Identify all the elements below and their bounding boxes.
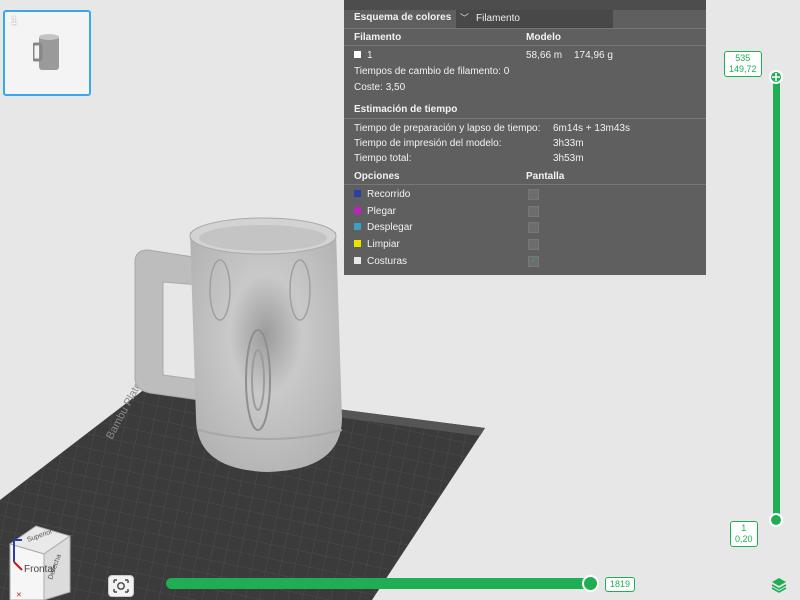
slice-result-panel: Esquema de colores ﹀ Filamento Filamento…	[344, 0, 706, 275]
filament-row: 1	[354, 50, 373, 61]
color-scheme-label: Esquema de colores	[354, 12, 452, 23]
camera-icon	[113, 579, 129, 593]
option-travel: Recorrido	[354, 189, 410, 200]
plate-number: 1	[11, 15, 18, 27]
prep-time-value: 6m14s + 13m43s	[553, 123, 630, 134]
option-label: Plegar	[367, 206, 396, 217]
color-scheme-dropdown[interactable]: ﹀ Filamento	[456, 10, 613, 28]
cost-value: 3,50	[385, 82, 406, 93]
option-deretract: Desplegar	[354, 222, 413, 233]
camera-button[interactable]	[108, 575, 134, 597]
wipe-swatch	[354, 240, 361, 247]
view-cube-drawing: Superior Derecha ✕	[8, 525, 72, 600]
layer-bottom-label: 1 0,20	[730, 521, 758, 547]
color-scheme-value: Filamento	[476, 13, 520, 24]
filament-header: Filamento	[354, 32, 402, 43]
divider	[344, 184, 706, 185]
option-label: Limpiar	[367, 239, 400, 250]
travel-swatch	[354, 190, 361, 197]
seams-swatch	[354, 257, 361, 264]
top-layer-number: 535	[735, 53, 751, 63]
top-layer-height: 149,72	[729, 64, 757, 74]
layers-button[interactable]	[769, 576, 789, 594]
filament-length: 58,66 m	[526, 50, 563, 61]
option-wipe: Limpiar	[354, 239, 400, 250]
display-header: Pantalla	[526, 171, 565, 182]
deretract-swatch	[354, 223, 361, 230]
move-slider-value: 1819	[605, 577, 636, 592]
divider	[344, 28, 706, 29]
print-time-value: 3h33m	[553, 138, 584, 149]
divider	[344, 118, 706, 119]
filament-swatch	[354, 51, 361, 58]
plus-icon	[772, 73, 780, 81]
retract-display-checkbox[interactable]	[528, 206, 539, 217]
move-slider-track[interactable]	[166, 578, 594, 589]
change-times-value: 0	[503, 66, 510, 77]
layer-slider-top-handle[interactable]	[769, 70, 783, 84]
options-header: Opciones	[354, 171, 400, 182]
option-label: Costuras	[367, 256, 408, 267]
option-label: Recorrido	[367, 189, 411, 200]
cost: Coste: 3,50	[354, 82, 405, 93]
view-cube[interactable]: Superior Derecha ✕ Frontal	[0, 522, 90, 600]
cost-label: Coste:	[354, 82, 383, 93]
divider	[344, 45, 706, 46]
deretract-display-checkbox[interactable]	[528, 222, 539, 233]
total-time-label: Tiempo total:	[354, 153, 412, 164]
print-time-label: Tiempo de impresión del modelo:	[354, 138, 502, 149]
layer-slider-bottom-handle[interactable]	[769, 513, 783, 527]
option-seams: Costuras	[354, 256, 407, 267]
chevron-down-icon: ﹀	[460, 13, 470, 23]
model-header: Modelo	[526, 32, 561, 43]
filament-weight: 174,96 g	[574, 50, 613, 61]
option-label: Desplegar	[367, 222, 413, 233]
bottom-layer-height: 0,20	[735, 534, 753, 544]
time-estimate-header: Estimación de tiempo	[354, 104, 458, 115]
retract-swatch	[354, 207, 361, 214]
plate-thumbnail[interactable]: 1	[3, 10, 91, 96]
layer-slider-track[interactable]	[773, 75, 780, 520]
layer-top-label: 535 149,72	[724, 51, 762, 77]
option-retract: Plegar	[354, 206, 396, 217]
wipe-display-checkbox[interactable]	[528, 239, 539, 250]
layers-icon	[771, 578, 787, 593]
prep-time-label: Tiempo de preparación y lapso de tiempo:	[354, 123, 541, 134]
panel-title-bar	[344, 0, 706, 10]
seams-display-checkbox[interactable]	[528, 255, 539, 267]
move-slider-handle[interactable]	[582, 575, 599, 592]
thumbnail-model-icon	[33, 34, 59, 70]
bottom-layer-number: 1	[741, 523, 747, 533]
total-time-value: 3h53m	[553, 153, 584, 164]
filament-id: 1	[367, 50, 373, 61]
change-times: Tiempos de cambio de filamento: 0	[354, 66, 509, 77]
svg-text:✕: ✕	[16, 592, 22, 599]
mug-handle	[134, 249, 201, 401]
view-cube-front-label: Frontal	[24, 564, 56, 575]
change-times-label: Tiempos de cambio de filamento:	[354, 66, 501, 77]
travel-display-checkbox[interactable]	[528, 189, 539, 200]
